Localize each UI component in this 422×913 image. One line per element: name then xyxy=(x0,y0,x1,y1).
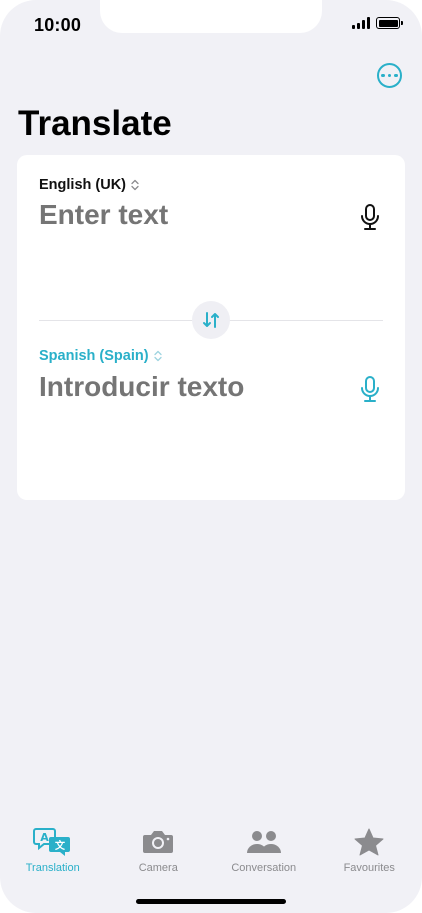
status-indicators xyxy=(352,17,403,29)
tab-label: Camera xyxy=(138,862,178,874)
battery-icon xyxy=(376,17,403,29)
ellipsis-circle-icon xyxy=(381,73,385,78)
app-screen: 10:00 Translate English (UK) Enter text … xyxy=(0,0,422,913)
svg-text:文: 文 xyxy=(55,839,66,852)
status-time: 10:00 xyxy=(34,15,82,35)
tab-label: Conversation xyxy=(231,862,297,874)
chevron-up-down-icon xyxy=(153,350,162,362)
tab-label: Favourites xyxy=(343,862,395,874)
swap-languages-button[interactable] xyxy=(192,301,230,339)
home-indicator xyxy=(136,899,286,904)
target-language-label: Spanish (Spain) xyxy=(39,348,149,364)
tab-camera[interactable]: Camera xyxy=(106,820,212,880)
source-text-input[interactable] xyxy=(39,199,339,231)
source-language-selector[interactable]: English (UK) xyxy=(39,177,139,193)
signal-icon xyxy=(352,17,370,29)
tab-label: Translation xyxy=(25,862,80,874)
device-notch xyxy=(100,0,322,33)
swap-arrows-icon xyxy=(203,312,219,328)
svg-text:A: A xyxy=(40,831,49,844)
page-title: Translate xyxy=(18,104,172,143)
translation-card: English (UK) Spanish (Spain) xyxy=(17,155,405,500)
tab-translation[interactable]: A 文 Translation xyxy=(0,820,106,880)
camera-icon xyxy=(143,831,174,853)
star-icon xyxy=(354,828,384,856)
ellipsis-dot xyxy=(387,73,392,78)
tab-favourites[interactable]: Favourites xyxy=(317,820,422,880)
ellipsis-dot xyxy=(394,73,398,78)
tab-bar: A 文 Translation Camera Conversation Favo… xyxy=(0,820,422,880)
tab-conversation[interactable]: Conversation xyxy=(211,820,317,880)
translate-icon: A 文 xyxy=(32,828,70,856)
target-language-selector[interactable]: Spanish (Spain) xyxy=(39,348,162,364)
more-options-button[interactable] xyxy=(377,63,402,88)
target-text-input[interactable] xyxy=(39,371,339,403)
microphone-icon[interactable] xyxy=(359,375,381,403)
people-icon xyxy=(246,831,281,853)
source-language-label: English (UK) xyxy=(39,177,126,193)
chevron-up-down-icon xyxy=(131,179,139,191)
microphone-icon[interactable] xyxy=(359,203,381,231)
